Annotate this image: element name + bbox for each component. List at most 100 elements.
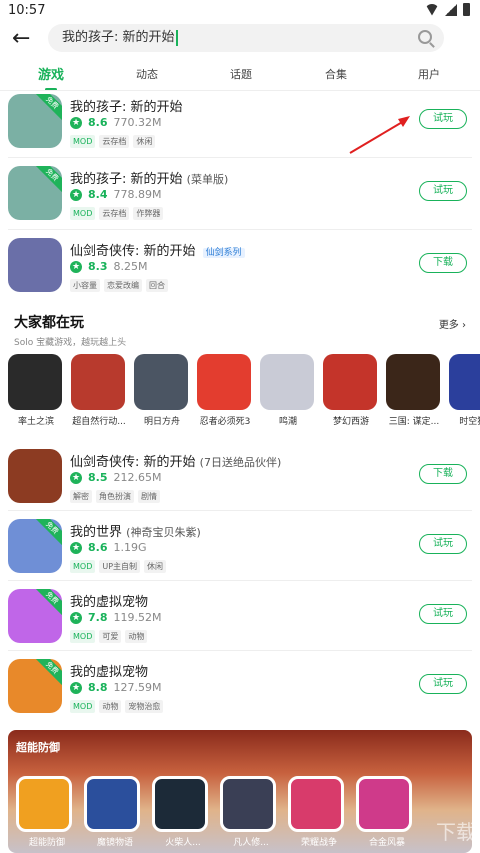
banner-game[interactable]: 超能防御 xyxy=(16,776,78,848)
popular-games-carousel[interactable]: 率土之滨 超自然行动... 明日方舟 忍者必须死3 鸣潮 梦幻西游 三国: 谋定... 时空猎… xyxy=(0,354,480,434)
app-icon[interactable]: 免费 xyxy=(8,589,62,643)
app-action-button[interactable]: 试玩 xyxy=(419,534,467,554)
app-tags: MOD 云存档 休闲 xyxy=(70,135,156,148)
game-icon[interactable] xyxy=(220,776,276,832)
game-icon[interactable] xyxy=(386,354,440,410)
app-action-button[interactable]: 试玩 xyxy=(419,604,467,624)
app-score: 8.3 xyxy=(88,260,108,273)
popular-game[interactable]: 梦幻西游 xyxy=(323,354,379,427)
app-tags: MOD 可爱 动物 xyxy=(70,630,148,643)
promo-banner[interactable]: 超能防御 超能防御 魔镜物语 火柴人... 凡人修... 荣耀战争 合金风暴 xyxy=(8,730,472,853)
game-label: 火柴人... xyxy=(165,838,201,848)
game-icon[interactable] xyxy=(16,776,72,832)
back-arrow-icon[interactable]: ← xyxy=(12,26,34,52)
app-subtitle: (菜单版) xyxy=(186,173,229,186)
app-tag: MOD xyxy=(70,207,96,220)
app-meta: ★ 8.6 770.32M xyxy=(70,116,161,129)
top-bar: ← 我的孩子: 新的开始 xyxy=(0,22,480,56)
star-icon: ★ xyxy=(70,116,82,129)
app-icon[interactable]: 免费 xyxy=(8,519,62,573)
game-icon[interactable] xyxy=(449,354,480,410)
popular-game[interactable]: 明日方舟 xyxy=(134,354,190,427)
series-badge: 仙剑系列 xyxy=(202,248,245,258)
tab-users[interactable]: 用户 xyxy=(418,66,440,82)
tab-feed[interactable]: 动态 xyxy=(136,66,158,82)
popular-game[interactable]: 三国: 谋定... xyxy=(386,354,442,427)
app-tag: 可爱 xyxy=(99,630,122,643)
app-tag: 剧情 xyxy=(138,490,160,503)
app-action-button[interactable]: 下载 xyxy=(419,464,467,484)
game-icon[interactable] xyxy=(356,776,412,832)
search-input[interactable]: 我的孩子: 新的开始 xyxy=(48,24,444,52)
app-tags: MOD 动物 宠物治愈 xyxy=(70,700,164,713)
app-icon[interactable]: 免费 xyxy=(8,94,62,148)
app-tag: 动物 xyxy=(125,630,148,643)
game-label: 荣耀战争 xyxy=(300,838,337,848)
popular-game[interactable]: 忍者必须死3 xyxy=(197,354,253,427)
app-size: 778.89M xyxy=(113,188,162,201)
app-size: 119.52M xyxy=(113,611,162,624)
app-tag: 休闲 xyxy=(144,560,167,573)
game-icon[interactable] xyxy=(8,354,62,410)
banner-game[interactable]: 凡人修... xyxy=(220,776,282,848)
more-link[interactable]: 更多 › xyxy=(439,316,466,331)
row-divider xyxy=(8,229,472,230)
game-icon[interactable] xyxy=(323,354,377,410)
popular-game[interactable]: 超自然行动... xyxy=(71,354,127,427)
watermark: 下载 xyxy=(436,820,476,844)
game-icon[interactable] xyxy=(84,776,140,832)
popular-game[interactable]: 率土之滨 xyxy=(8,354,64,427)
app-title-line: 我的孩子: 新的开始 xyxy=(70,96,183,115)
row-divider xyxy=(8,157,472,158)
banner-game[interactable]: 魔镜物语 xyxy=(84,776,146,848)
game-label: 鸣潮 xyxy=(278,417,297,427)
tab-collections[interactable]: 合集 xyxy=(325,66,347,82)
app-title: 仙剑奇侠传: 新的开始 xyxy=(70,244,196,259)
game-icon[interactable] xyxy=(71,354,125,410)
app-action-button[interactable]: 下载 xyxy=(419,253,467,273)
game-label: 率土之滨 xyxy=(17,417,54,427)
banner-game[interactable]: 荣耀战争 xyxy=(288,776,350,848)
app-meta: ★ 8.3 8.25M xyxy=(70,260,147,273)
banner-game[interactable]: 火柴人... xyxy=(152,776,214,848)
popular-game[interactable]: 时空猎... xyxy=(449,354,480,427)
app-row[interactable]: 仙剑奇侠传: 新的开始 仙剑系列 ★ 8.3 8.25M 小容量 恋爱改编 回合 下载 xyxy=(0,238,480,310)
app-tag: 云存档 xyxy=(99,207,130,220)
game-icon[interactable] xyxy=(134,354,188,410)
app-title-line: 仙剑奇侠传: 新的开始 (7日送绝品伙伴) xyxy=(70,451,281,470)
app-title: 我的虚拟宠物 xyxy=(70,595,149,610)
app-size: 127.59M xyxy=(113,681,162,694)
app-meta: ★ 8.6 1.19G xyxy=(70,541,147,554)
app-icon[interactable]: 免费 xyxy=(8,659,62,713)
app-size: 8.25M xyxy=(113,260,148,273)
app-tag: MOD xyxy=(70,135,96,148)
app-tags: 小容量 恋爱改编 回合 xyxy=(70,279,168,292)
banner-game[interactable]: 合金风暴 xyxy=(356,776,418,848)
app-tag: MOD xyxy=(70,700,96,713)
app-icon[interactable] xyxy=(8,449,62,503)
app-tags: MOD UP主自制 休闲 xyxy=(70,560,167,573)
game-label: 梦幻西游 xyxy=(332,417,369,427)
tab-games[interactable]: 游戏 xyxy=(38,64,64,91)
battery-icon xyxy=(463,3,470,16)
game-icon[interactable] xyxy=(288,776,344,832)
app-action-button[interactable]: 试玩 xyxy=(419,109,467,129)
game-icon[interactable] xyxy=(260,354,314,410)
app-meta: ★ 8.8 127.59M xyxy=(70,681,161,694)
app-action-button[interactable]: 试玩 xyxy=(419,181,467,201)
app-title-line: 我的孩子: 新的开始 (菜单版) xyxy=(70,168,228,187)
app-tag: 回合 xyxy=(146,279,168,292)
app-row[interactable]: 免费 我的虚拟宠物 ★ 8.8 127.59M MOD 动物 宠物治愈 试玩 xyxy=(0,659,480,731)
app-meta: ★ 7.8 119.52M xyxy=(70,611,161,624)
app-icon[interactable] xyxy=(8,238,62,292)
app-icon[interactable]: 免费 xyxy=(8,166,62,220)
tab-topics[interactable]: 话题 xyxy=(230,66,252,82)
app-title: 我的孩子: 新的开始 xyxy=(70,172,183,187)
popular-game[interactable]: 鸣潮 xyxy=(260,354,316,427)
game-label: 时空猎... xyxy=(459,417,480,427)
search-icon[interactable] xyxy=(418,30,432,44)
game-icon[interactable] xyxy=(197,354,251,410)
app-action-button[interactable]: 试玩 xyxy=(419,674,467,694)
game-icon[interactable] xyxy=(152,776,208,832)
app-row[interactable]: 免费 我的孩子: 新的开始 (菜单版) ★ 8.4 778.89M MOD 云存档 作弊… xyxy=(0,166,480,238)
